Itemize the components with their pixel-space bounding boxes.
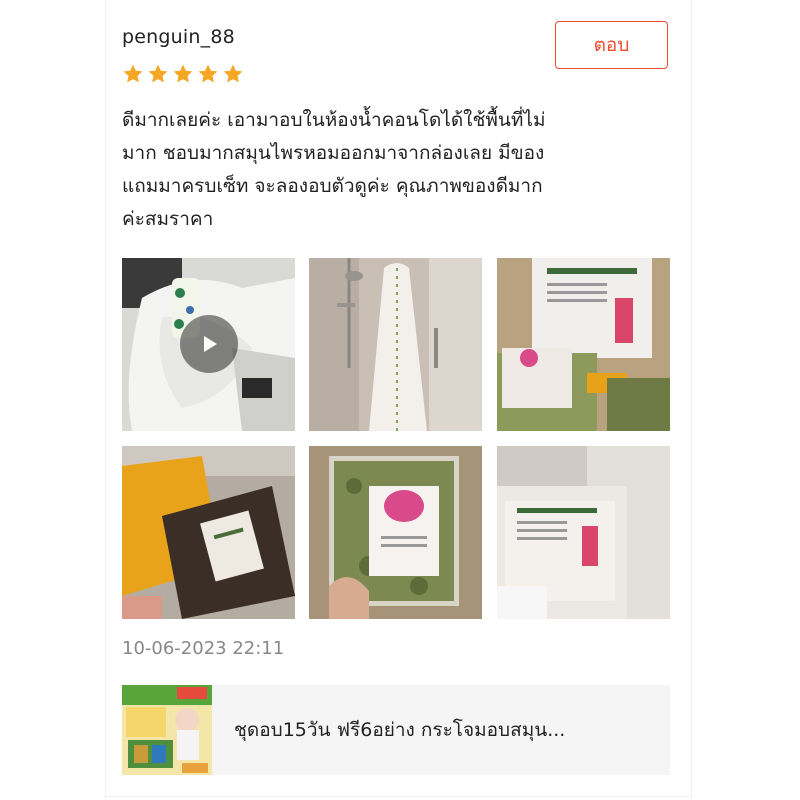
review-text: ดีมากเลยค่ะ เอามาอบในห้องน้ำคอนโดได้ใช้พ… [122,104,678,236]
rating-stars [122,63,244,85]
star-icon [172,63,194,85]
review-text-line: ค่ะสมราคา [122,208,214,230]
review-photo[interactable] [497,446,670,619]
review-photo[interactable] [497,258,670,431]
star-icon [197,63,219,85]
review-timestamp: 10-06-2023 22:11 [122,638,285,659]
play-icon[interactable] [180,315,238,373]
review-text-line: ดีมากเลยค่ะ เอามาอบในห้องน้ำคอนโดได้ใช้พ… [122,109,546,131]
product-link[interactable]: ชุดอบ15วัน ฟรี6อย่าง กระโจมอบสมุน... [122,685,670,775]
star-icon [122,63,144,85]
star-icon [222,63,244,85]
reply-button[interactable]: ตอบ [555,21,668,69]
divider [105,796,690,797]
review-photo[interactable] [309,446,482,619]
product-name[interactable]: ชุดอบ15วัน ฟรี6อย่าง กระโจมอบสมุน... [234,715,565,745]
review-text-line: แถมมาครบเซ็ท จะลองอบตัวดูค่ะ คุณภาพของดี… [122,175,543,197]
review-photo[interactable] [122,446,295,619]
review-text-line: มาก ชอบมากสมุนไพรหอมออกมาจากล่องเลย มีขอ… [122,142,545,164]
review-video-thumbnail[interactable] [122,258,295,431]
star-icon [147,63,169,85]
product-thumbnail [122,685,212,775]
reviewer-username: penguin_88 [122,26,235,48]
review-photo[interactable] [309,258,482,431]
